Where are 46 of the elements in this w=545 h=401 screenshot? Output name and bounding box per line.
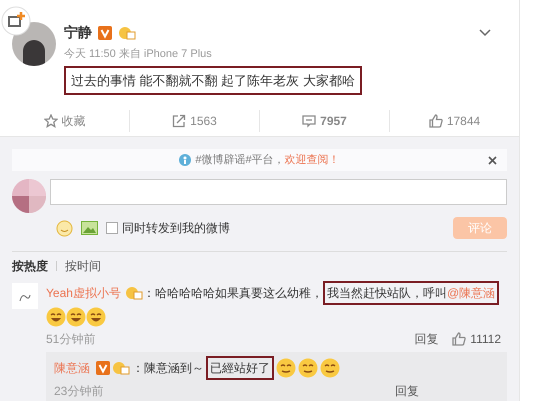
medal-badge-icon bbox=[112, 361, 130, 375]
post-text: 过去的事情 能不翻就不翻 起了陈年老灰 大家都哈 bbox=[64, 66, 362, 95]
notice-text: #微博辟谣#平台， bbox=[195, 152, 285, 168]
medal-badge-icon bbox=[124, 286, 143, 300]
commenter-avatar[interactable] bbox=[12, 283, 38, 309]
laughing-emoji-icon bbox=[86, 307, 106, 327]
comment-button[interactable]: 7957 bbox=[259, 110, 389, 132]
star-icon bbox=[44, 114, 58, 128]
image-icon[interactable] bbox=[81, 221, 98, 235]
comment-input-field[interactable] bbox=[50, 179, 507, 205]
like-count: 11112 bbox=[470, 331, 501, 348]
reply-link[interactable]: 回复 bbox=[414, 330, 438, 348]
comment-time: 23分钟前 bbox=[54, 383, 104, 400]
laughing-emoji-icon bbox=[46, 307, 66, 327]
commenter-name[interactable]: Yeah虚拟小号 bbox=[46, 283, 121, 303]
sort-tab[interactable]: 按时间 bbox=[65, 257, 101, 275]
medal-badge-icon bbox=[118, 26, 136, 40]
chevron-down-icon[interactable] bbox=[479, 28, 491, 36]
thumbs-up-icon bbox=[452, 332, 466, 346]
like-button[interactable]: 17844 bbox=[389, 110, 519, 132]
post-time: 今天 11:50 来自 iPhone 7 Plus bbox=[64, 47, 213, 62]
comment-time: 51分钟前 bbox=[46, 331, 96, 348]
giggling-emoji-icon bbox=[276, 358, 296, 378]
notice-link[interactable]: 欢迎查阅！ bbox=[284, 152, 340, 168]
repost-button[interactable]: 1563 bbox=[129, 110, 259, 132]
sort-tab[interactable]: 按热度 bbox=[12, 257, 48, 275]
close-icon[interactable] bbox=[488, 156, 497, 164]
comment-text: ：哈哈哈哈哈如果真要这么幼稚， bbox=[142, 286, 323, 300]
giggling-emoji-icon bbox=[298, 358, 318, 378]
share-icon bbox=[172, 114, 186, 128]
author-name[interactable]: 宁静 bbox=[64, 22, 92, 43]
mention-link[interactable]: @陳意涵 bbox=[446, 286, 496, 300]
comment-text: 我当然赶快站队，呼叫 bbox=[326, 286, 447, 300]
smiley-icon[interactable] bbox=[56, 220, 73, 236]
comment-icon bbox=[302, 114, 316, 128]
info-icon bbox=[179, 154, 192, 166]
commenter-name[interactable]: 陳意涵 bbox=[54, 358, 90, 378]
checkbox-label: 同时转发到我的微博 bbox=[122, 220, 230, 237]
giggling-emoji-icon bbox=[320, 358, 340, 378]
thumbs-up-icon bbox=[428, 114, 443, 128]
reply-link[interactable]: 回复 bbox=[395, 382, 419, 400]
blurred-avatar bbox=[12, 179, 46, 213]
laughing-emoji-icon bbox=[66, 307, 86, 327]
comment-text: ：陳意涵到～ bbox=[132, 361, 204, 375]
comment-text: 已經站好了 bbox=[210, 361, 270, 375]
favorite-button[interactable]: 收藏 bbox=[0, 110, 129, 132]
